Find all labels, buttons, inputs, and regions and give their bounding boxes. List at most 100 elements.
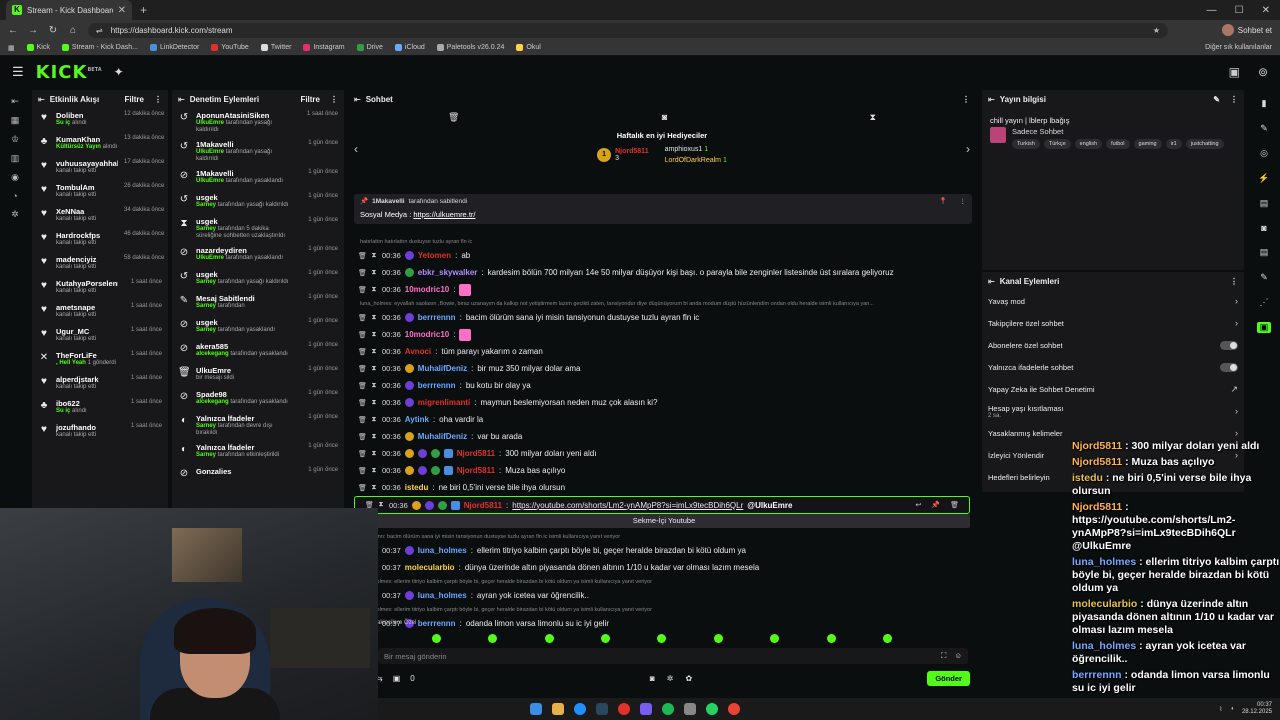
bookmark-item[interactable]: iCloud (394, 44, 425, 51)
toggle-switch[interactable] (1220, 362, 1238, 372)
delete-icon[interactable]: 🗑 (358, 252, 367, 260)
windows-start-icon[interactable] (530, 703, 542, 715)
tag-chip[interactable]: english (1074, 139, 1103, 149)
activity-item[interactable]: ♥ KutahyaPorselennn kanalı takip etti 1 sa… (32, 276, 168, 300)
chat-message[interactable]: 🗑 ⧗ 00:36 Njord5811:300 milyar doları yeni … (348, 445, 976, 462)
timeout-icon[interactable]: ⧗ (370, 450, 378, 458)
bookmark-item[interactable]: Instagram (303, 44, 345, 51)
bookmark-item[interactable]: YouTube (211, 44, 249, 51)
layout-icon[interactable]: ▤ (1257, 247, 1271, 258)
activity-filter-button[interactable]: Filtre (124, 95, 144, 104)
delete-icon[interactable]: 🗑 (358, 467, 367, 475)
delete-icon[interactable]: 🗑 (950, 501, 959, 509)
bookmark-item[interactable]: Stream - Kick Dash... (61, 44, 138, 51)
kick-logo[interactable]: KICKBETA (36, 62, 102, 83)
timeout-icon[interactable]: ⧗ (370, 269, 378, 277)
moderation-item[interactable]: ↺ AponunAtasiniSiken UlkuEmre tarafından y… (172, 108, 344, 137)
edge-icon[interactable] (574, 703, 586, 715)
chevron-right-icon[interactable]: › (1235, 428, 1238, 438)
obs-icon[interactable] (618, 703, 630, 715)
emote-icon[interactable] (826, 633, 836, 643)
pin-icon[interactable]: 📌 (931, 501, 940, 509)
timeout-icon[interactable]: ⧗ (370, 382, 378, 390)
steam-icon[interactable] (596, 703, 608, 715)
chat-message[interactable]: 🗑 ⧗ 00:36 MuhalifDeniz: var bu arada (348, 428, 976, 445)
chat-username[interactable]: luna_holmes (418, 591, 467, 600)
emote-icon[interactable] (883, 633, 893, 643)
moderation-item[interactable]: ⊘ nazardeydiren UlkuEmre tarafından yasakl… (172, 243, 344, 267)
tag-chip[interactable]: Turkish (1012, 139, 1040, 149)
emote-icon[interactable] (488, 633, 498, 643)
chat-username[interactable]: 10modric10 (405, 285, 449, 294)
broadcast-icon[interactable]: ⊚ (1258, 65, 1268, 79)
activity-item[interactable]: ♣ KumanKhan Kültürsüz Yayın alındı 13 dakik… (32, 132, 168, 156)
gifter-row[interactable]: amphioxus1 1 (665, 146, 727, 153)
moderation-item[interactable]: 🗑 UlkuEmre bir mesajı sildi 1 gün önce (172, 363, 344, 387)
home-icon[interactable]: ⌂ (68, 25, 78, 36)
bookmark-item[interactable]: Paletools v26.0.24 (436, 44, 504, 51)
next-arrow-icon[interactable]: › (966, 142, 970, 156)
lightning-icon[interactable]: ⚡ (1257, 173, 1271, 184)
wallet-icon[interactable]: ▣ (393, 674, 401, 683)
chat-username[interactable]: MuhalifDeniz (418, 432, 467, 441)
chat-message[interactable]: 🗑 ⧗ 00:36 berrrennn: bacim ölürüm sana iyi m… (348, 309, 976, 326)
chrome-icon[interactable] (728, 703, 740, 715)
more-icon[interactable]: ⋮ (154, 95, 162, 104)
unpin-icon[interactable]: 📍 (939, 197, 947, 205)
expand-icon[interactable]: ⇤ (988, 277, 995, 286)
activity-item[interactable]: ✕ TheForLiFe, Hell Yeah 1 gönderdi 1 saat … (32, 348, 168, 372)
expand-icon[interactable]: ⇤ (178, 95, 185, 104)
more-icon[interactable]: ⋮ (1230, 277, 1238, 286)
delete-icon[interactable]: 🗑 (358, 382, 367, 390)
layout-icon[interactable]: ▣ (1229, 65, 1240, 79)
chat-message[interactable]: 🗑⧗00:37luna_holmes:ayran yok icetea var … (348, 587, 976, 604)
bookmark-item[interactable]: LinkDetector (150, 44, 199, 51)
timeout-icon[interactable]: ⧗ (370, 348, 378, 356)
bookmark-star-icon[interactable]: ★ (1153, 26, 1160, 35)
reload-icon[interactable]: ↻ (48, 25, 58, 36)
minimize-icon[interactable]: — (1207, 5, 1217, 16)
chat-message[interactable]: 🗑 ⧗ 00:36 10modric10: (348, 326, 976, 343)
activity-item[interactable]: ♣ ibo622 Su iç alındı 1 saat önce (32, 396, 168, 420)
activity-item[interactable]: ♥ jozufhando kanalı takip etti 1 saat önce (32, 420, 168, 444)
tag-chip[interactable]: futbol (1106, 139, 1130, 149)
chevron-right-icon[interactable]: › (1235, 406, 1238, 416)
close-window-icon[interactable]: ✕ (1262, 5, 1270, 16)
chat-username[interactable]: Njord5811 (457, 449, 495, 458)
moderation-item[interactable]: ✎ Mesaj Sabitlendi Sarney tarafından 1 gün … (172, 291, 344, 315)
activity-item[interactable]: ♥ Doliben Su iç alındı 12 dakika önce (32, 108, 168, 132)
chart-icon[interactable]: ▥ (9, 153, 21, 164)
activity-item[interactable]: ♥ XeNNaa kanalı takip etti 34 dakika önce (32, 204, 168, 228)
close-tab-icon[interactable]: ✕ (118, 5, 126, 16)
bookmark-item[interactable]: Drive (356, 44, 383, 51)
share-icon[interactable]: ⋰ (1257, 297, 1271, 308)
activity-item[interactable]: ♥ madenciyiz kanalı takip etti 58 dakika ö… (32, 252, 168, 276)
chat-message[interactable]: 🗑 ⧗ 00:36 ebkr_skywalker: kardesim bölün 700… (348, 264, 976, 281)
bookmark-item[interactable]: Kick (26, 44, 50, 51)
gifter-row[interactable]: LordOfDarkRealm 1 (665, 157, 727, 164)
clock[interactable]: 00:37 28.12.2025 (1242, 702, 1272, 716)
activity-item[interactable]: ♥ alperdjstark kanalı takip etti 1 saat ön… (32, 372, 168, 396)
timeout-icon[interactable]: ⧗ (370, 484, 378, 492)
chat-message[interactable]: 🗑 ⧗ 00:36 Njord5811: https://youtube.com/sho… (354, 496, 970, 514)
more-icon[interactable]: ⋮ (962, 95, 970, 104)
channel-action-item[interactable]: Yapay Zeka ile Sohbet Denetimi ↗ (982, 378, 1244, 400)
emote-icon[interactable] (431, 633, 441, 643)
chat-message[interactable]: 🗑⧗00:37molecularbio:dünya üzerinde altın… (348, 559, 976, 576)
chat-message[interactable]: 🗑 ⧗ 00:36 MuhalifDeniz: bir muz 350 milyar d… (348, 360, 976, 377)
back-icon[interactable]: ← (8, 25, 18, 36)
chat-username[interactable]: Njord5811 (457, 466, 495, 475)
tag-chip[interactable]: gaming (1133, 139, 1162, 149)
chat-message[interactable]: 🗑 ⧗ 00:36 10modric10: (348, 281, 976, 298)
moderation-item[interactable]: ↺ 1Makavelli UlkuEmre tarafından yasağı ka… (172, 137, 344, 166)
chat-username[interactable]: migrenlimanti (418, 398, 470, 407)
app-icon[interactable] (684, 703, 696, 715)
timeout-icon[interactable]: ⧗ (370, 331, 378, 339)
kick-action-icon[interactable]: ▣ (1257, 322, 1271, 333)
prev-arrow-icon[interactable]: ‹ (354, 142, 358, 156)
chat-settings-icon[interactable]: ◙ (650, 674, 655, 683)
delete-icon[interactable]: 🗑 (358, 416, 367, 424)
moderation-item[interactable]: ◐ Yalnızca İfadeler Sarney tarafından etki… (172, 440, 344, 464)
pinned-link[interactable]: https://ulkuemre.tr/ (413, 210, 475, 219)
moderation-item[interactable]: ⊘ Gonzalies 1 gün önce (172, 464, 344, 488)
